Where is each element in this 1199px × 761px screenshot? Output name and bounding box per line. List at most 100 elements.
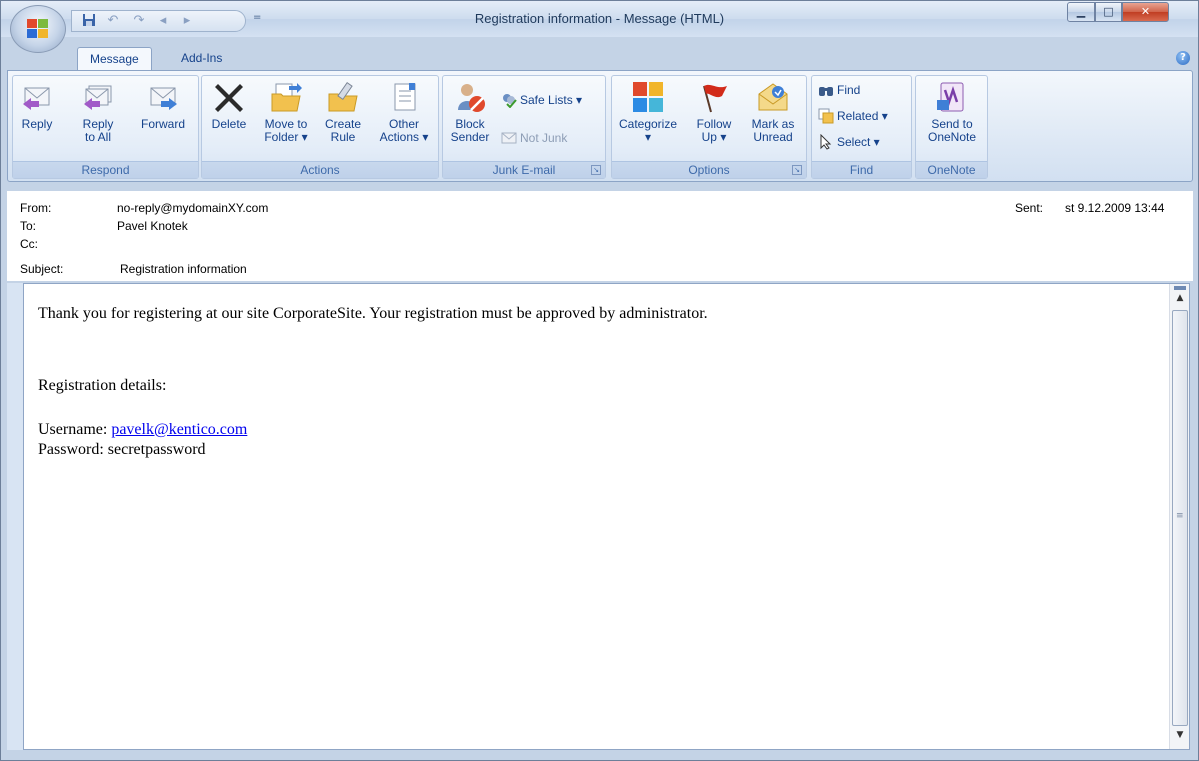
reply-all-button[interactable]: Reply to All bbox=[73, 80, 123, 144]
scroll-up-icon[interactable]: ▲ bbox=[1170, 293, 1190, 307]
sent-label: Sent: bbox=[1015, 201, 1044, 215]
send-to-onenote-label: Send to OneNote bbox=[927, 117, 977, 144]
group-label-actions: Actions bbox=[202, 161, 438, 178]
mark-as-unread-button[interactable]: Mark as Unread bbox=[744, 80, 802, 144]
username-label: Username: bbox=[38, 421, 112, 438]
reply-all-icon bbox=[81, 80, 115, 114]
create-rule-button[interactable]: Create Rule bbox=[320, 80, 366, 144]
safe-lists-label: Safe Lists ▾ bbox=[520, 93, 583, 107]
categorize-label: Categorize ▾ bbox=[618, 117, 678, 144]
move-to-folder-label: Move to Folder ▾ bbox=[264, 117, 308, 144]
move-to-folder-button[interactable]: Move to Folder ▾ bbox=[258, 80, 314, 144]
related-icon bbox=[818, 108, 834, 124]
from-label: From: bbox=[20, 201, 52, 215]
forward-label: Forward bbox=[140, 117, 185, 131]
subject-label: Subject: bbox=[20, 262, 64, 276]
group-actions: Delete Move to Folder ▾ Create Rule Othe… bbox=[201, 75, 439, 179]
move-to-folder-icon bbox=[269, 80, 303, 114]
group-junk-email: Block Sender Safe Lists ▾ Not Junk Junk … bbox=[442, 75, 606, 179]
reply-label: Reply bbox=[21, 117, 53, 131]
cc-label: Cc: bbox=[20, 237, 38, 251]
split-handle[interactable] bbox=[1174, 286, 1186, 290]
message-body[interactable]: Thank you for registering at our site Co… bbox=[23, 283, 1190, 750]
forward-icon bbox=[146, 80, 180, 114]
close-button[interactable]: ✕ bbox=[1122, 2, 1169, 22]
related-button[interactable]: Related ▾ bbox=[818, 106, 888, 126]
mark-unread-icon bbox=[756, 80, 790, 114]
delete-icon bbox=[212, 80, 246, 114]
username-link[interactable]: pavelk@kentico.com bbox=[111, 421, 247, 438]
minimize-button[interactable]: ▁ bbox=[1067, 2, 1095, 22]
other-actions-button[interactable]: Other Actions ▾ bbox=[374, 80, 434, 144]
password-line: Password: secretpassword bbox=[38, 440, 708, 460]
follow-up-label: Follow Up ▾ bbox=[696, 117, 732, 144]
vertical-scrollbar[interactable]: ▲ ≡ ▼ bbox=[1169, 284, 1189, 749]
binoculars-icon bbox=[818, 82, 834, 98]
ribbon-tabs: Message Add-Ins ? bbox=[1, 37, 1198, 71]
delete-button[interactable]: Delete bbox=[208, 80, 250, 131]
options-dialog-launcher-icon[interactable]: ↘ bbox=[792, 165, 802, 175]
reply-all-label: Reply to All bbox=[82, 117, 114, 144]
follow-up-button[interactable]: Follow Up ▾ bbox=[690, 80, 738, 144]
group-respond: Reply Reply to All Forward Respond bbox=[12, 75, 199, 179]
reply-icon bbox=[20, 80, 54, 114]
office-logo-icon bbox=[27, 19, 49, 39]
message-line-1: Thank you for registering at our site Co… bbox=[38, 305, 708, 322]
find-label: Find bbox=[837, 83, 861, 97]
block-sender-button[interactable]: Block Sender bbox=[447, 80, 493, 144]
select-button[interactable]: Select ▾ bbox=[818, 132, 880, 152]
categorize-icon bbox=[631, 80, 665, 114]
sent-value: st 9.12.2009 13:44 bbox=[1065, 201, 1165, 215]
delete-label: Delete bbox=[211, 117, 247, 131]
block-sender-icon bbox=[453, 80, 487, 114]
related-label: Related ▾ bbox=[837, 109, 888, 123]
safe-lists-icon bbox=[501, 92, 517, 109]
username-line: Username: pavelk@kentico.com bbox=[38, 420, 708, 440]
not-junk-button[interactable]: Not Junk bbox=[501, 128, 567, 148]
outlook-message-window: ↶ ↷ ◂ ▸ = Registration information - Mes… bbox=[0, 0, 1199, 761]
group-options: Categorize ▾ Follow Up ▾ Mark as Unread … bbox=[611, 75, 807, 179]
password-value: secretpassword bbox=[107, 441, 206, 458]
create-rule-label: Create Rule bbox=[324, 117, 362, 144]
block-sender-label: Block Sender bbox=[450, 117, 490, 144]
mark-as-unread-label: Mark as Unread bbox=[751, 117, 795, 144]
categorize-button[interactable]: Categorize ▾ bbox=[616, 80, 680, 144]
tab-message[interactable]: Message bbox=[77, 47, 152, 71]
from-value[interactable]: no-reply@mydomainXY.com bbox=[117, 201, 268, 215]
group-label-options: Options bbox=[612, 161, 806, 178]
help-icon[interactable]: ? bbox=[1176, 51, 1190, 65]
not-junk-label: Not Junk bbox=[520, 131, 568, 145]
tab-add-ins[interactable]: Add-Ins bbox=[169, 47, 234, 71]
to-value[interactable]: Pavel Knotek bbox=[117, 219, 188, 233]
group-label-onenote: OneNote bbox=[916, 161, 987, 178]
left-border-strip bbox=[7, 283, 23, 750]
group-label-find: Find bbox=[812, 161, 911, 178]
select-label: Select ▾ bbox=[837, 135, 880, 149]
subject-value: Registration information bbox=[120, 262, 247, 276]
registration-details-heading: Registration details: bbox=[38, 377, 167, 394]
title-bar: ↶ ↷ ◂ ▸ = Registration information - Mes… bbox=[1, 1, 1198, 37]
send-to-onenote-button[interactable]: Send to OneNote bbox=[920, 80, 984, 144]
scroll-down-icon[interactable]: ▼ bbox=[1170, 730, 1190, 744]
cursor-icon bbox=[818, 133, 834, 150]
group-label-respond: Respond bbox=[13, 161, 198, 178]
not-junk-icon bbox=[501, 130, 517, 146]
junk-email-dialog-launcher-icon[interactable]: ↘ bbox=[591, 165, 601, 175]
group-find: Find Related ▾ Select ▾ Find bbox=[811, 75, 912, 179]
onenote-icon bbox=[935, 80, 969, 114]
safe-lists-button[interactable]: Safe Lists ▾ bbox=[501, 90, 582, 110]
group-onenote: Send to OneNote OneNote bbox=[915, 75, 988, 179]
office-button[interactable] bbox=[10, 5, 66, 53]
message-headers: From: no-reply@mydomainXY.com To: Pavel … bbox=[7, 191, 1193, 281]
scroll-grip-icon: ≡ bbox=[1176, 511, 1184, 521]
ribbon: Reply Reply to All Forward Respond Delet… bbox=[7, 70, 1193, 182]
window-title: Registration information - Message (HTML… bbox=[474, 11, 725, 26]
find-button[interactable]: Find bbox=[818, 80, 860, 100]
reply-button[interactable]: Reply bbox=[19, 80, 55, 131]
other-actions-label: Other Actions ▾ bbox=[379, 117, 429, 144]
scroll-thumb[interactable]: ≡ bbox=[1172, 310, 1188, 726]
password-label: Password: bbox=[38, 441, 108, 458]
message-content: Thank you for registering at our site Co… bbox=[38, 304, 708, 460]
maximize-button[interactable]: □ bbox=[1095, 2, 1122, 22]
forward-button[interactable]: Forward bbox=[135, 80, 191, 131]
